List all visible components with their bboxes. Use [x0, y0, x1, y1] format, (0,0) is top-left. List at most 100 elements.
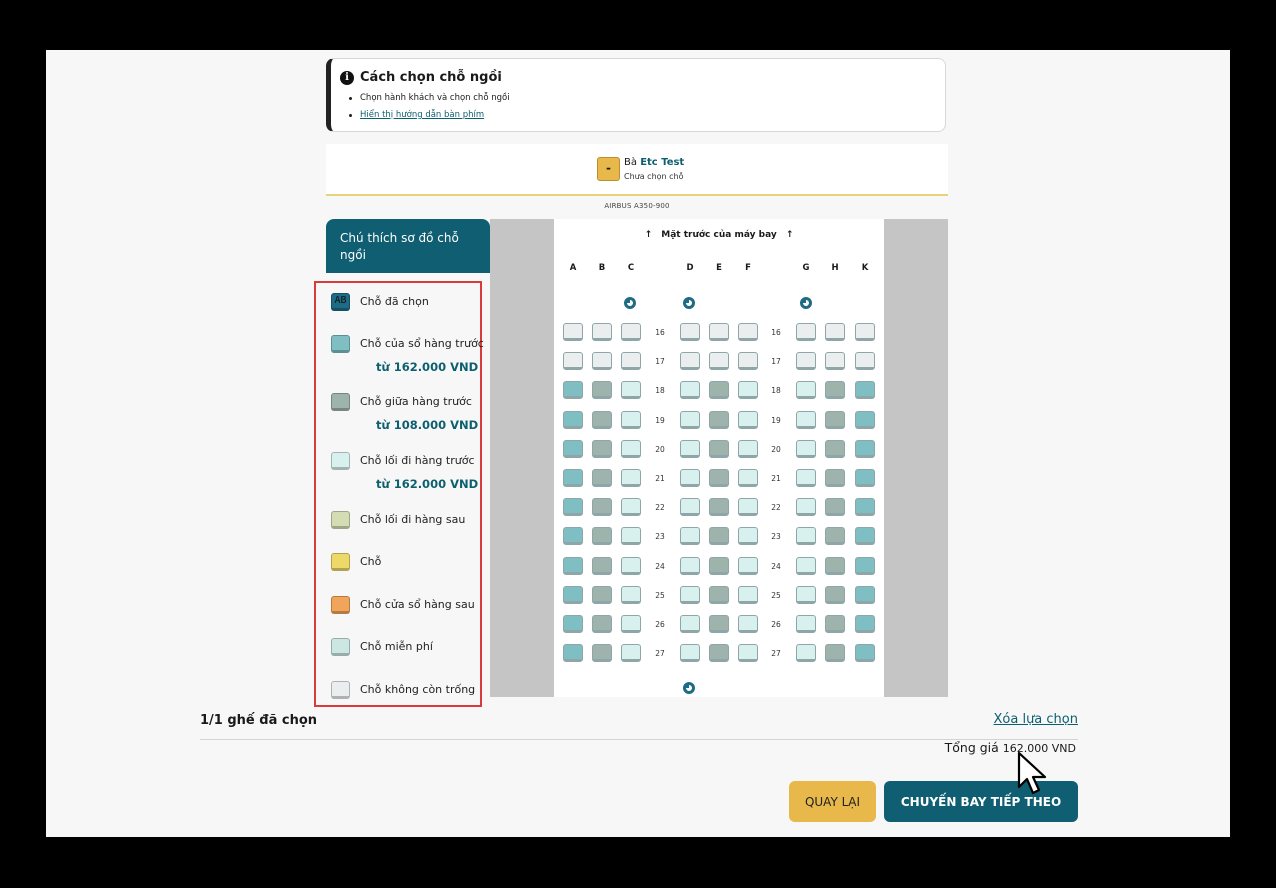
- seat-20E[interactable]: [709, 439, 729, 458]
- seat-21D[interactable]: [680, 469, 700, 487]
- seat-27H[interactable]: [825, 644, 845, 663]
- seat-19G[interactable]: [796, 410, 816, 429]
- seat-22C[interactable]: [621, 498, 641, 517]
- seat-25B[interactable]: [592, 585, 612, 604]
- seat-21G[interactable]: [796, 469, 816, 487]
- seat-18E[interactable]: [709, 381, 729, 400]
- seat-18G[interactable]: [796, 381, 816, 400]
- seat-25E[interactable]: [709, 585, 729, 604]
- seat-23K[interactable]: [855, 527, 875, 546]
- seat-26E[interactable]: [709, 615, 729, 633]
- seat-18B[interactable]: [592, 381, 612, 400]
- seat-27A[interactable]: [563, 644, 583, 663]
- seat-21A[interactable]: [563, 469, 583, 487]
- seat-26A[interactable]: [563, 615, 583, 633]
- seat-20D[interactable]: [680, 439, 700, 458]
- seat-24D[interactable]: [680, 556, 700, 575]
- seat-24H[interactable]: [825, 556, 845, 575]
- seat-26D[interactable]: [680, 615, 700, 633]
- seat-25H[interactable]: [825, 585, 845, 604]
- seat-19H[interactable]: [825, 410, 845, 429]
- seat-27G[interactable]: [796, 644, 816, 663]
- seat-21F[interactable]: [738, 469, 758, 487]
- seat-22B[interactable]: [592, 498, 612, 517]
- seat-20H[interactable]: [825, 439, 845, 458]
- seat-19F[interactable]: [738, 410, 758, 429]
- seat-27C[interactable]: [621, 644, 641, 663]
- seat-23C[interactable]: [621, 527, 641, 546]
- seat-column-g: G: [802, 263, 810, 273]
- seat-26C[interactable]: [621, 615, 641, 633]
- seat-23G[interactable]: [796, 527, 816, 546]
- seat-20A[interactable]: [563, 439, 583, 458]
- seat-21K[interactable]: [855, 469, 875, 487]
- seat-18C[interactable]: [621, 381, 641, 400]
- seat-20B[interactable]: [592, 439, 612, 458]
- seat-27E[interactable]: [709, 644, 729, 663]
- seat-27F[interactable]: [738, 644, 758, 663]
- seat-26B[interactable]: [592, 615, 612, 633]
- seat-18H[interactable]: [825, 381, 845, 400]
- row-number: 22: [655, 503, 665, 513]
- passenger-name[interactable]: Bà Etc Test: [624, 157, 684, 168]
- seat-19K[interactable]: [855, 410, 875, 429]
- seat-20C[interactable]: [621, 439, 641, 458]
- seat-27K[interactable]: [855, 644, 875, 663]
- seat-20G[interactable]: [796, 439, 816, 458]
- seat-18D[interactable]: [680, 381, 700, 400]
- seat-20K[interactable]: [855, 439, 875, 458]
- seat-24F[interactable]: [738, 556, 758, 575]
- keyboard-guide-link[interactable]: Hiển thị hướng dẫn bàn phím: [360, 110, 484, 120]
- seat-22A[interactable]: [563, 498, 583, 517]
- seat-21E[interactable]: [709, 469, 729, 487]
- seat-21B[interactable]: [592, 469, 612, 487]
- seat-25C[interactable]: [621, 585, 641, 604]
- seat-24G[interactable]: [796, 556, 816, 575]
- seat-24A[interactable]: [563, 556, 583, 575]
- seat-22E[interactable]: [709, 498, 729, 517]
- seat-24B[interactable]: [592, 556, 612, 575]
- seat-24C[interactable]: [621, 556, 641, 575]
- seat-22K[interactable]: [855, 498, 875, 517]
- seat-18A[interactable]: [563, 381, 583, 400]
- seat-27B[interactable]: [592, 644, 612, 663]
- passenger-seat-badge[interactable]: -: [597, 157, 620, 181]
- seat-19A[interactable]: [563, 410, 583, 429]
- back-button[interactable]: QUAY LẠI: [789, 781, 876, 822]
- seat-19D[interactable]: [680, 410, 700, 429]
- seat-24E[interactable]: [709, 556, 729, 575]
- seat-25D[interactable]: [680, 585, 700, 604]
- seat-column-c: C: [627, 263, 635, 273]
- seat-21H[interactable]: [825, 469, 845, 487]
- seat-22D[interactable]: [680, 498, 700, 517]
- seat-18F[interactable]: [738, 381, 758, 400]
- seat-27D[interactable]: [680, 644, 700, 663]
- seat-23F[interactable]: [738, 527, 758, 546]
- seat-column-h: H: [831, 263, 839, 273]
- seat-21C[interactable]: [621, 469, 641, 487]
- seat-22H[interactable]: [825, 498, 845, 517]
- seat-22F[interactable]: [738, 498, 758, 517]
- seat-26H[interactable]: [825, 615, 845, 633]
- seat-26F[interactable]: [738, 615, 758, 633]
- seat-23E[interactable]: [709, 527, 729, 546]
- clear-selection-link[interactable]: Xóa lựa chọn: [994, 712, 1079, 727]
- seat-25G[interactable]: [796, 585, 816, 604]
- seat-19E[interactable]: [709, 410, 729, 429]
- seat-20F[interactable]: [738, 439, 758, 458]
- seat-18K[interactable]: [855, 381, 875, 400]
- seat-26G[interactable]: [796, 615, 816, 633]
- seat-26K[interactable]: [855, 615, 875, 633]
- seat-25A[interactable]: [563, 585, 583, 604]
- seat-19B[interactable]: [592, 410, 612, 429]
- seat-24K[interactable]: [855, 556, 875, 575]
- row-number: 25: [655, 590, 665, 600]
- seat-19C[interactable]: [621, 410, 641, 429]
- seat-23B[interactable]: [592, 527, 612, 546]
- seat-22G[interactable]: [796, 498, 816, 517]
- seat-25F[interactable]: [738, 585, 758, 604]
- seat-23H[interactable]: [825, 527, 845, 546]
- seat-23A[interactable]: [563, 527, 583, 546]
- seat-25K[interactable]: [855, 585, 875, 604]
- seat-23D[interactable]: [680, 527, 700, 546]
